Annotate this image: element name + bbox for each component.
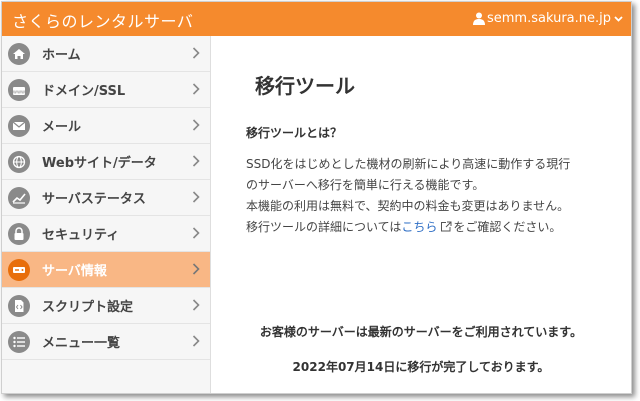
description-text-post: をご確認ください。 [453, 220, 562, 234]
sidebar-item-label: Webサイト/データ [42, 156, 157, 171]
brand-logo-text[interactable]: さくらのレンタルサーバ [12, 8, 193, 32]
description-line: 本機能の利用は無料で、契約中の料金も変更はありません。 [246, 199, 570, 213]
sidebar-item-mail[interactable]: メール [2, 108, 210, 144]
sidebar-item-label: サーバステータス [42, 192, 146, 207]
sidebar-item-domain-ssl[interactable]: www ドメイン/SSL [2, 72, 210, 108]
sidebar-item-server-info[interactable]: サーバ情報 [2, 252, 210, 288]
chevron-right-icon [192, 47, 200, 59]
chevron-right-icon [192, 299, 200, 311]
migration-notice: お客様のサーバーは最新のサーバーをご利用されています。 [259, 325, 583, 339]
description-text: SSD化をはじめとした機材の刷新により高速に動作する現行 のサーバーへ移行を簡単… [246, 154, 626, 238]
sidebar-item-label: メニュー一覧 [42, 336, 121, 351]
sidebar-nav: ホーム www ドメイン/SSL メール Webサイト/データ サーバステータス… [2, 36, 211, 393]
user-icon [472, 12, 485, 25]
app-window: さくらのレンタルサーバ semm.sakura.ne.jp ホーム www ドメ… [1, 1, 632, 394]
sidebar-item-menu-list[interactable]: メニュー一覧 [2, 324, 210, 360]
mail-icon [8, 114, 30, 137]
home-icon [8, 42, 30, 65]
section-title: 移行ツールとは？ [246, 126, 343, 140]
sidebar-item-label: ドメイン/SSL [42, 84, 126, 99]
account-name: semm.sakura.ne.jp [486, 11, 611, 26]
description-line: 移行ツールの詳細についてはこちら をご確認ください。 [246, 217, 626, 238]
chevron-right-icon [192, 119, 200, 131]
account-menu[interactable]: semm.sakura.ne.jp [472, 11, 625, 26]
description-text-pre: 移行ツールの詳細については [246, 220, 402, 234]
sidebar-item-security[interactable]: セキュリティ [2, 216, 210, 252]
list-icon [8, 330, 30, 353]
details-link[interactable]: こちら [401, 220, 437, 234]
description-line: SSD化をはじめとした機材の刷新により高速に動作する現行 [246, 157, 571, 171]
chevron-down-icon [614, 15, 623, 22]
sidebar-item-label: サーバ情報 [42, 264, 107, 279]
sidebar-item-label: メール [42, 120, 82, 135]
script-icon [8, 294, 30, 317]
server-icon [8, 258, 30, 281]
sidebar-item-label: ホーム [42, 48, 81, 63]
migration-completed-date: 2022年07月14日に移行が完了しております。 [292, 360, 550, 374]
chevron-right-icon [192, 83, 200, 95]
sidebar-item-home[interactable]: ホーム [2, 36, 210, 72]
sidebar-item-server-status[interactable]: サーバステータス [2, 180, 210, 216]
chevron-right-icon [192, 263, 200, 275]
globe-icon [8, 150, 30, 173]
chevron-right-icon [192, 191, 200, 203]
chevron-right-icon [192, 155, 200, 167]
external-link-icon [441, 221, 452, 232]
page-title: 移行ツール [255, 74, 355, 98]
sidebar-item-script-settings[interactable]: スクリプト設定 [2, 288, 210, 324]
chevron-right-icon [192, 335, 200, 347]
lock-icon [8, 222, 30, 245]
chevron-right-icon [192, 227, 200, 239]
sidebar-item-label: スクリプト設定 [42, 300, 134, 315]
domain-icon: www [8, 78, 30, 101]
sidebar-item-website-data[interactable]: Webサイト/データ [2, 144, 210, 180]
chart-icon [8, 186, 30, 209]
sidebar-item-label: セキュリティ [42, 228, 120, 243]
description-line: のサーバーへ移行を簡単に行える機能です。 [246, 178, 485, 192]
svg-text:www: www [13, 89, 25, 95]
main-content: 移行ツール 移行ツールとは？ SSD化をはじめとした機材の刷新により高速に動作す… [211, 36, 631, 393]
top-bar: さくらのレンタルサーバ semm.sakura.ne.jp [2, 2, 631, 36]
